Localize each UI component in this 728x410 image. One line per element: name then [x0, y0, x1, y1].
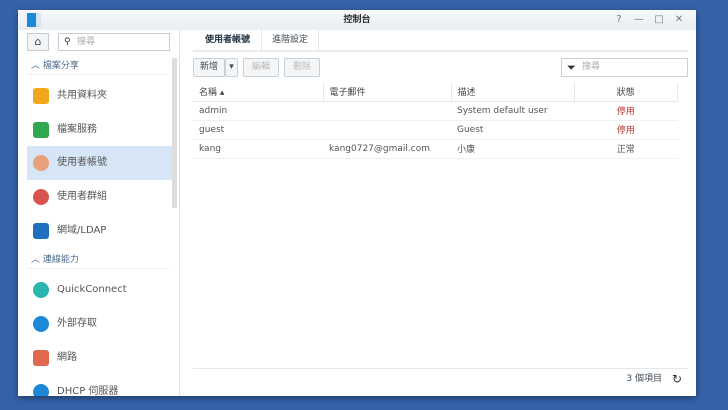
filter-icon: ⏷ — [567, 61, 576, 74]
dhcp-icon — [33, 384, 49, 396]
table-row[interactable]: kang kang0727@gmail.com 小康 正常 — [193, 139, 678, 159]
tab-bar: 使用者帳號 進階設定 — [193, 30, 688, 52]
table-row[interactable]: admin System default user 停用 — [193, 101, 678, 121]
close-icon[interactable]: ✕ — [672, 10, 686, 30]
globe-icon — [33, 316, 49, 332]
add-dropdown-button[interactable]: ▾ — [225, 58, 238, 77]
main-panel: 使用者帳號 進階設定 新增 ▾ 編輯 刪除 ⏷ 搜尋 名稱 ▴ 電子郵件 描述 狀… — [193, 30, 688, 396]
quickconnect-icon — [33, 282, 49, 298]
edit-button[interactable]: 編輯 — [243, 58, 279, 77]
table-header: 名稱 ▴ 電子郵件 描述 狀態 — [193, 83, 678, 102]
users-table: 名稱 ▴ 電子郵件 描述 狀態 admin System default user… — [193, 83, 678, 159]
sidebar: ⌂ ⚲ 搜尋 ︿ 檔案分享 共用資料夾 檔案服務 使用者帳號 使用者群組 網域/L… — [18, 30, 180, 396]
sidebar-item-domain-ldap[interactable]: 網域/LDAP — [27, 214, 172, 248]
sidebar-item-quickconnect[interactable]: QuickConnect — [27, 273, 172, 307]
cell-description: 小康 — [451, 139, 574, 159]
delete-button[interactable]: 刪除 — [284, 58, 320, 77]
network-icon — [33, 350, 49, 366]
title-bar: 控制台 ? — □ ✕ — [18, 10, 696, 30]
cell-description: Guest — [451, 120, 574, 140]
cell-status: 正常 — [574, 139, 678, 159]
cell-email: kang0727@gmail.com — [323, 139, 451, 159]
group-icon — [33, 189, 49, 205]
cell-status: 停用 — [574, 101, 678, 121]
add-button[interactable]: 新增 — [193, 58, 225, 77]
sidebar-item-external-access[interactable]: 外部存取 — [27, 307, 172, 341]
column-status[interactable]: 狀態 — [574, 83, 678, 102]
domain-icon — [33, 223, 49, 239]
column-description[interactable]: 描述 — [451, 83, 575, 102]
sidebar-item-group[interactable]: 使用者群組 — [27, 180, 172, 214]
refresh-icon[interactable]: ↻ — [672, 369, 682, 389]
cell-status: 停用 — [574, 120, 678, 140]
sidebar-item-user[interactable]: 使用者帳號 — [27, 146, 172, 180]
file-services-icon — [33, 122, 49, 138]
cell-name: kang — [193, 139, 323, 159]
window-title: 控制台 — [343, 15, 371, 25]
cell-email — [323, 120, 451, 140]
shared-folder-icon — [33, 88, 49, 104]
sidebar-item-shared-folder[interactable]: 共用資料夾 — [27, 79, 172, 113]
user-icon — [33, 155, 49, 171]
cell-email — [323, 101, 451, 121]
table-row[interactable]: guest Guest 停用 — [193, 120, 678, 140]
toolbar: 新增 ▾ 編輯 刪除 ⏷ 搜尋 — [193, 58, 688, 78]
sidebar-item-network[interactable]: 網路 — [27, 341, 172, 375]
tab-user-accounts[interactable]: 使用者帳號 — [195, 30, 260, 52]
sidebar-scrollbar[interactable] — [172, 58, 177, 208]
cell-name: guest — [193, 120, 323, 140]
help-icon[interactable]: ? — [612, 10, 626, 30]
status-bar: 3 個項目 ↻ — [193, 368, 688, 388]
section-connectivity[interactable]: ︿ 連線能力 — [27, 251, 169, 269]
cell-description: System default user — [451, 101, 574, 121]
search-icon: ⚲ — [64, 37, 71, 47]
sidebar-item-dhcp[interactable]: DHCP 伺服器 — [27, 375, 172, 396]
home-button[interactable]: ⌂ — [27, 33, 49, 51]
cell-name: admin — [193, 101, 323, 121]
minimize-icon[interactable]: — — [632, 10, 646, 30]
maximize-icon[interactable]: □ — [652, 10, 666, 30]
item-count: 3 個項目 — [626, 374, 662, 384]
filter-input[interactable]: ⏷ 搜尋 — [561, 58, 688, 77]
sidebar-search-input[interactable]: ⚲ 搜尋 — [58, 33, 170, 51]
column-name[interactable]: 名稱 ▴ — [193, 83, 324, 102]
section-file-sharing[interactable]: ︿ 檔案分享 — [27, 57, 169, 75]
tab-advanced[interactable]: 進階設定 — [261, 30, 320, 52]
control-panel-window: 控制台 ? — □ ✕ ⌂ ⚲ 搜尋 ︿ 檔案分享 共用資料夾 檔案服務 使用者帳… — [18, 10, 696, 396]
sidebar-item-file-services[interactable]: 檔案服務 — [27, 113, 172, 147]
column-email[interactable]: 電子郵件 — [323, 83, 452, 102]
control-panel-icon — [27, 13, 41, 27]
